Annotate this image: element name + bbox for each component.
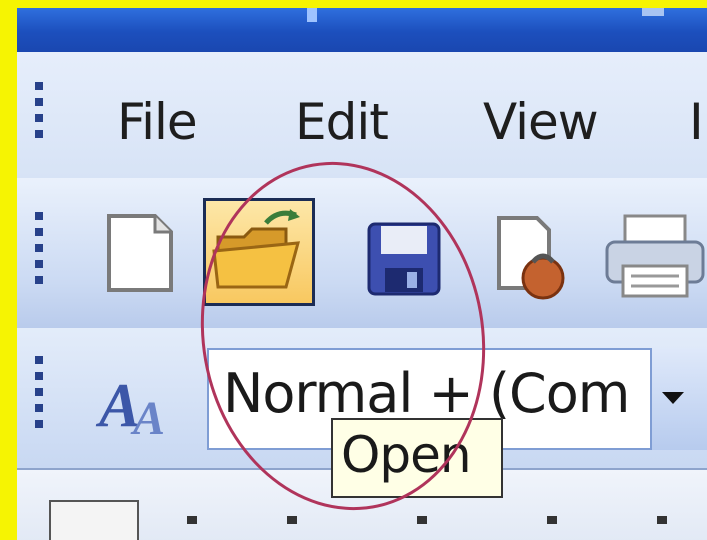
svg-text:A: A [130, 392, 165, 445]
menu-next-partial[interactable]: I [689, 92, 704, 152]
print-button[interactable] [597, 198, 707, 306]
formatting-grip-handle[interactable] [35, 356, 44, 436]
open-tooltip: Open [331, 418, 503, 498]
menu-file-label: File [117, 93, 198, 151]
permission-button[interactable] [479, 198, 591, 306]
menu-view-label: View [483, 93, 599, 151]
menu-file[interactable]: File [117, 92, 198, 152]
title-bar-glint [307, 8, 317, 22]
document-lock-icon [497, 216, 565, 300]
tab-selector[interactable] [49, 500, 139, 540]
new-document-button[interactable] [87, 198, 199, 306]
styles-button[interactable]: A A [89, 356, 189, 446]
ruler-mark [657, 516, 667, 524]
floppy-disk-icon [367, 222, 441, 296]
ruler-mark [417, 516, 427, 524]
toolbar-grip-handle[interactable] [35, 212, 44, 292]
open-folder-icon [212, 209, 301, 289]
ruler-mark [547, 516, 557, 524]
open-tooltip-text: Open [341, 426, 472, 484]
title-bar-glint-right [642, 8, 664, 16]
styles-aa-icon: A A [95, 372, 165, 445]
style-combobox-value: Normal + (Com [223, 362, 630, 425]
standard-toolbar [17, 178, 707, 330]
style-dropdown-button[interactable] [652, 348, 707, 450]
menu-edit-label: Edit [295, 93, 389, 151]
menu-bar: File Edit View I [17, 52, 707, 178]
menu-view[interactable]: View [483, 92, 599, 152]
open-button[interactable] [203, 198, 315, 306]
title-bar [17, 8, 707, 52]
printer-icon [605, 214, 705, 298]
blank-page-icon [107, 214, 173, 292]
menu-edit[interactable]: Edit [295, 92, 389, 152]
save-button[interactable] [347, 198, 459, 306]
menu-grip-handle[interactable] [35, 82, 44, 146]
menu-next-label: I [689, 93, 704, 151]
ruler-mark [187, 516, 197, 524]
ruler-mark [287, 516, 297, 524]
word-window: File Edit View I A A Normal + (Com Open [17, 8, 707, 540]
